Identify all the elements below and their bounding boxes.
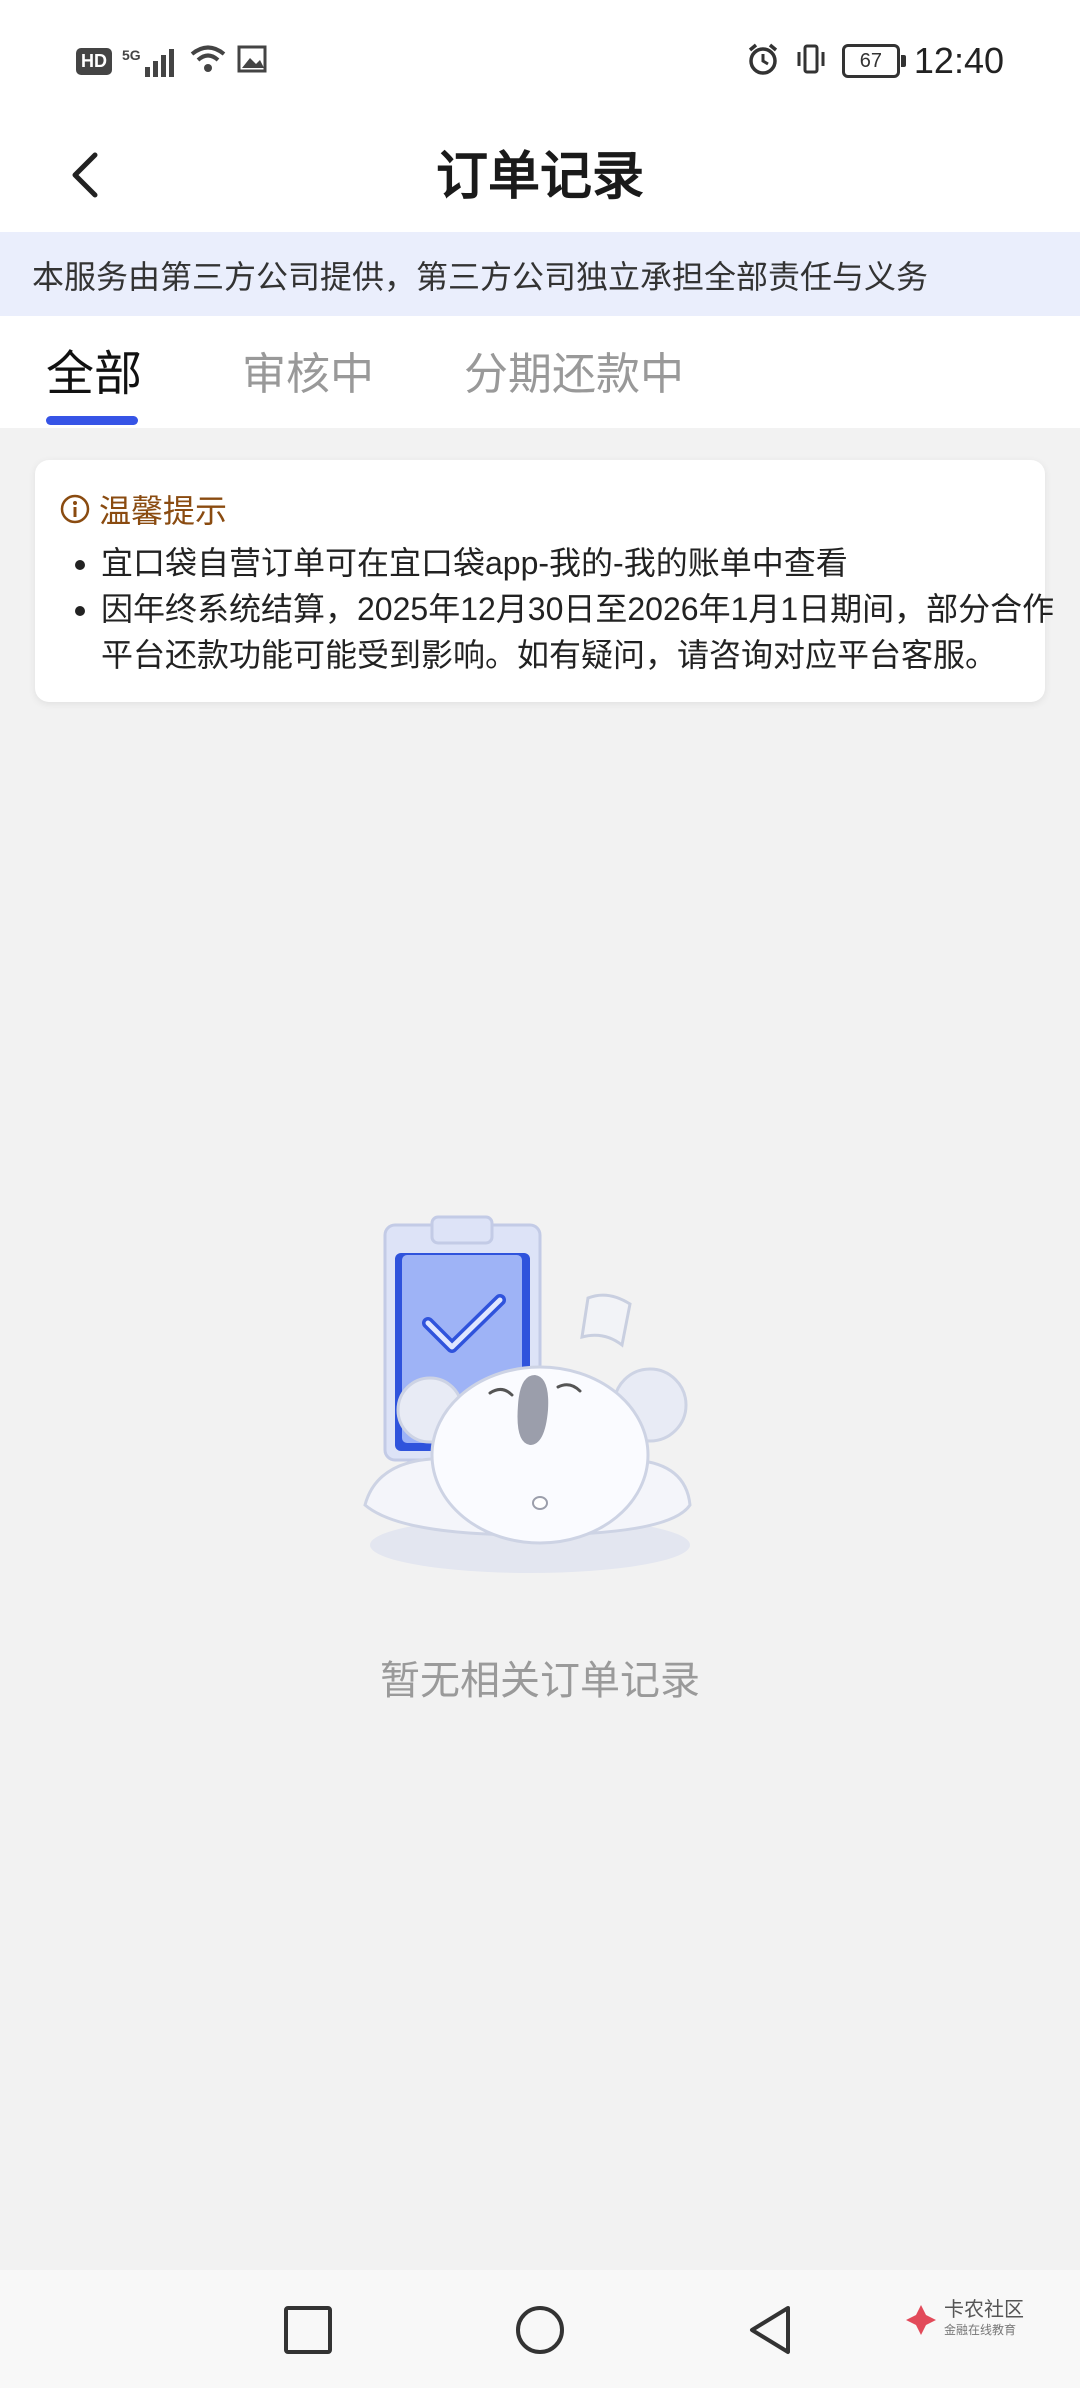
- image-icon: [237, 44, 269, 79]
- page-title: 订单记录: [435, 148, 644, 206]
- hd-badge: HD: [76, 48, 112, 75]
- system-navigation-bar: 卡农社区 金融在线教育: [0, 2270, 1080, 2388]
- watermark-line1: 卡农社区: [944, 2299, 1024, 2321]
- info-icon: [60, 494, 90, 524]
- tab-all[interactable]: 全部: [46, 334, 142, 404]
- tip-list: 宜口袋自营订单可在宜口袋app-我的-我的账单中查看 因年终系统结算，2025年…: [71, 540, 1061, 678]
- tip-header: 温馨提示: [59, 486, 227, 532]
- battery-indicator: 67: [841, 44, 906, 78]
- clock: 12:40: [913, 40, 1004, 81]
- recent-apps-button[interactable]: [282, 2304, 334, 2356]
- home-button[interactable]: [514, 2304, 566, 2356]
- status-bar: HD 5G 67 12:40: [0, 0, 1080, 120]
- status-left: HD 5G: [76, 44, 269, 79]
- watermark-line2: 金融在线教育: [944, 2323, 1017, 2337]
- order-tabs: 全部 审核中 分期还款中: [0, 316, 1080, 428]
- kanong-logo-icon: [906, 2305, 936, 2335]
- vibrate-icon: [794, 42, 828, 81]
- notice-text: 本服务由第三方公司提供，第三方公司独立承担全部责任与义务: [32, 259, 929, 295]
- empty-state-message: 暂无相关订单记录: [380, 1659, 700, 1703]
- status-right: 67 12:40: [746, 40, 1004, 82]
- third-party-notice: 本服务由第三方公司提供，第三方公司独立承担全部责任与义务: [0, 232, 1080, 316]
- tip-title: 温馨提示: [99, 493, 228, 529]
- tab-installment-repayment[interactable]: 分期还款中: [464, 338, 684, 402]
- tab-under-review[interactable]: 审核中: [242, 338, 374, 402]
- back-nav-button[interactable]: [744, 2304, 796, 2356]
- watermark: 卡农社区 金融在线教育: [904, 2300, 1024, 2340]
- signal-icon: 5G: [122, 47, 179, 77]
- wifi-icon: [189, 44, 227, 79]
- tip-item: 因年终系统结算，2025年12月30日至2026年1月1日期间，部分合作平台还款…: [101, 586, 1061, 678]
- tip-card: 温馨提示 宜口袋自营订单可在宜口袋app-我的-我的账单中查看 因年终系统结算，…: [35, 460, 1054, 702]
- navigation-bar: 订单记录: [0, 120, 1080, 232]
- alarm-icon: [746, 42, 780, 81]
- tab-active-indicator: [46, 416, 138, 425]
- empty-state-illustration: [363, 1215, 692, 1573]
- tip-item: 宜口袋自营订单可在宜口袋app-我的-我的账单中查看: [101, 540, 1061, 586]
